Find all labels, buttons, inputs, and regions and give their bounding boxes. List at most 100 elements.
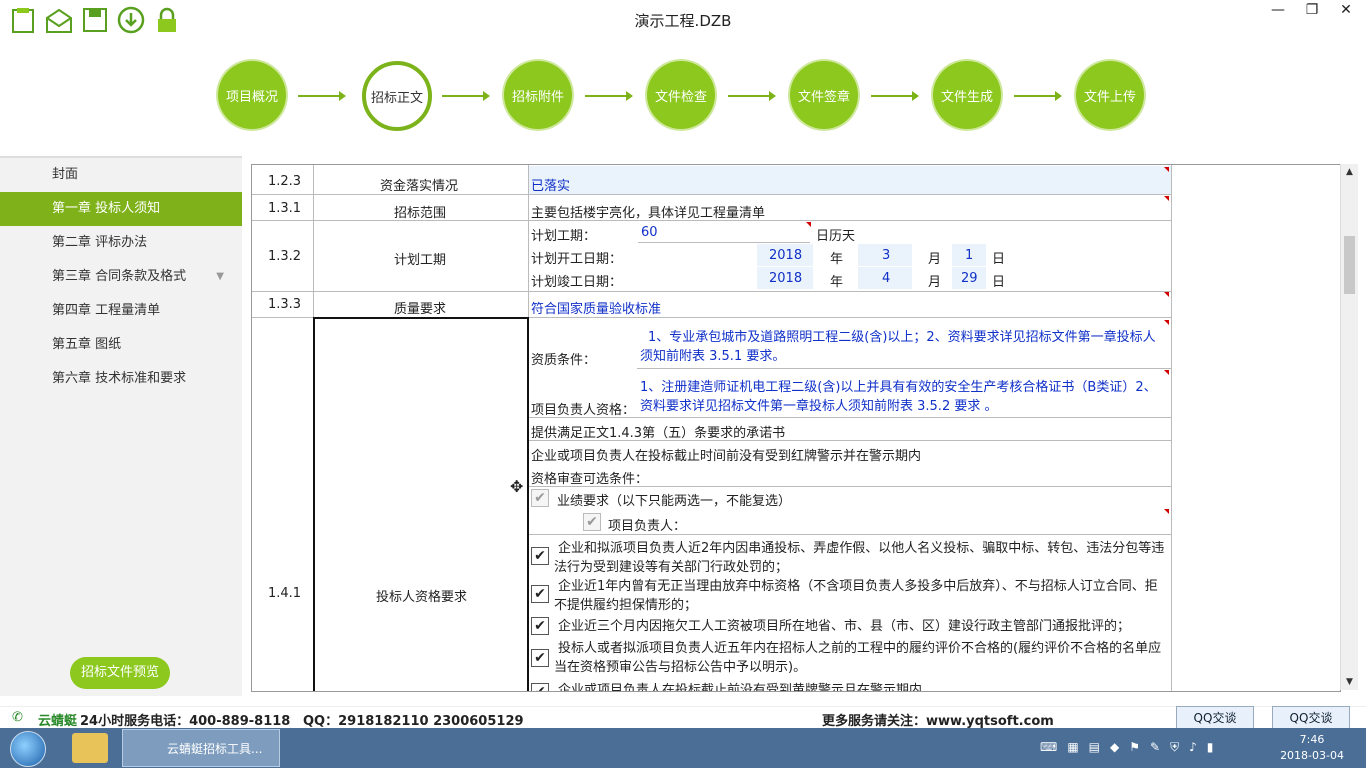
pm-performance-checkbox[interactable]: ✔ — [583, 513, 601, 531]
step-tender-body[interactable]: 招标正文 — [362, 61, 432, 131]
duration-label: 计划工期： — [531, 229, 597, 244]
restore-icon[interactable]: ❐ — [1302, 2, 1322, 18]
arrow-icon — [1014, 91, 1062, 101]
grid-line — [529, 440, 1172, 441]
comment-marker — [1164, 370, 1169, 375]
vertical-scrollbar[interactable]: ▲ ▼ — [1340, 164, 1358, 690]
window-title: 演示工程.DZB — [634, 12, 732, 30]
pm-performance-label: 项目负责人： — [608, 519, 687, 534]
tender-preview-button[interactable]: 招标文件预览 — [70, 657, 170, 689]
condition-checkbox[interactable]: ✔ — [531, 547, 549, 565]
step-file-generate[interactable]: 文件生成 — [933, 61, 1001, 129]
keyboard-icon[interactable]: ⌨ — [1040, 740, 1057, 755]
red-card-text: 企业或项目负责人在投标截止时间前没有受到红牌警示并在警示期内 — [531, 449, 922, 464]
arrow-icon — [871, 91, 919, 101]
step-file-check[interactable]: 文件检查 — [647, 61, 715, 129]
arrow-icon — [298, 91, 346, 101]
step-file-upload[interactable]: 文件上传 — [1076, 61, 1144, 129]
selected-cell[interactable] — [313, 317, 529, 691]
pm-qual-label: 项目负责人资格： — [531, 403, 636, 418]
qq-chat-button[interactable]: QQ交谈 — [1272, 706, 1350, 730]
explorer-icon[interactable] — [72, 733, 108, 763]
condition-text: 企业近1年内曾有无正当理由放弃中标资格（不含项目负责人多投多中后放弃）、不与招标… — [554, 579, 1158, 613]
year-char: 年 — [830, 275, 844, 290]
shield-icon[interactable]: ⛨ — [1170, 740, 1179, 755]
grid-line — [252, 194, 1172, 195]
start-date-label: 计划开工日期： — [531, 252, 623, 267]
tools-icon[interactable]: ✎ — [1150, 740, 1160, 755]
condition-checkbox[interactable]: ✔ — [531, 649, 549, 667]
network-app-icon[interactable]: ▦ — [1067, 740, 1078, 755]
arrow-icon — [442, 91, 490, 101]
sidebar-item-chapter6[interactable]: 第六章 技术标准和要求 — [0, 362, 242, 396]
condition-checkbox[interactable]: ✔ — [531, 585, 549, 603]
sidebar-item-chapter2[interactable]: 第二章 评标办法 — [0, 226, 242, 260]
comment-marker — [1164, 167, 1169, 172]
volume-icon[interactable]: ♪ — [1189, 740, 1197, 755]
performance-label: 业绩要求（以下只能两选一，不能复选） — [557, 494, 792, 509]
condition-checkbox[interactable]: ✔ — [531, 683, 549, 691]
grid-line — [529, 486, 1172, 487]
qq-chat-button[interactable]: QQ交谈 — [1176, 706, 1254, 730]
end-day: 29 — [961, 271, 978, 286]
step-file-sign[interactable]: 文件签章 — [790, 61, 858, 129]
row-title: 质量要求 — [394, 302, 447, 317]
end-month: 4 — [882, 271, 891, 286]
system-tray: ⌨ ▦ ▤ ◆ ⚑ ✎ ⛨ ♪ ▮ — [1040, 740, 1213, 755]
scrollbar-thumb[interactable] — [1344, 236, 1355, 294]
taskbar-app-button[interactable]: 云蜻蜓招标工具... — [122, 729, 280, 767]
end-date-label: 计划竣工日期： — [531, 275, 623, 290]
start-year: 2018 — [769, 248, 803, 263]
row-title: 资金落实情况 — [380, 179, 459, 194]
grid-line — [529, 534, 1172, 535]
month-char: 月 — [928, 252, 942, 267]
comment-marker — [1164, 196, 1169, 201]
move-cursor-icon: ✥ — [510, 477, 524, 496]
commitment-text: 提供满足正文1.4.3第（五）条要求的承诺书 — [531, 426, 786, 441]
clock-date: 2018-03-04 — [1280, 749, 1344, 762]
sidebar: 封面 第一章 投标人须知 第二章 评标办法 第三章 合同条款及格式 ▼ 第四章 工… — [0, 156, 242, 696]
duration-input[interactable]: 60 — [641, 225, 658, 240]
system-clock[interactable]: 7:46 2018-03-04 — [1280, 732, 1344, 764]
condition-text: 企业和拟派项目负责人近2年内因串通投标、弄虚作假、以他人名义投标、骗取中标、转包… — [554, 541, 1165, 575]
scroll-down-icon[interactable]: ▼ — [1341, 674, 1358, 690]
optional-label: 资格审查可选条件： — [531, 472, 649, 487]
step-tender-attachment[interactable]: 招标附件 — [504, 61, 572, 129]
start-button[interactable] — [10, 731, 46, 767]
chevron-down-icon[interactable]: ▼ — [216, 260, 224, 294]
website-text: 更多服务请关注：www.yqtsoft.com — [822, 714, 1054, 729]
qq-numbers: QQ：2918182110 2300605129 — [303, 714, 524, 729]
comment-marker — [1164, 509, 1169, 514]
end-year: 2018 — [769, 271, 803, 286]
row-number: 1.2.3 — [268, 174, 302, 189]
sidebar-item-label: 第三章 合同条款及格式 — [52, 269, 187, 284]
pm-qual-value[interactable]: 1、注册建造师证机电工程二级(含)以上并具有有效的安全生产考核合格证书（B类证）… — [640, 378, 1166, 416]
condition-text: 企业近三个月内因拖欠工人工资被项目所在地省、市、县（市、区）建设行政主管部门通报… — [558, 619, 1131, 634]
sidebar-item-chapter3[interactable]: 第三章 合同条款及格式 ▼ — [0, 260, 242, 294]
sidebar-item-chapter4[interactable]: 第四章 工程量清单 — [0, 294, 242, 328]
day-char: 日 — [992, 275, 1006, 290]
qualification-label: 资质条件： — [531, 353, 597, 368]
qualification-value[interactable]: 1、专业承包城市及道路照明工程二级(含)以上；2、资料要求详见招标文件第一章投标… — [640, 328, 1166, 366]
comment-marker — [1164, 292, 1169, 297]
sidebar-item-chapter5[interactable]: 第五章 图纸 — [0, 328, 242, 362]
sidebar-item-chapter1[interactable]: 第一章 投标人须知 — [0, 192, 242, 226]
condition-checkbox[interactable]: ✔ — [531, 617, 549, 635]
scroll-up-icon[interactable]: ▲ — [1341, 164, 1358, 180]
performance-checkbox[interactable]: ✔ — [531, 489, 549, 507]
row-number: 1.4.1 — [268, 586, 302, 601]
quality-value[interactable]: 符合国家质量验收标准 — [531, 298, 661, 317]
clipboard-icon[interactable]: ▤ — [1089, 740, 1100, 755]
start-day: 1 — [965, 248, 974, 263]
grid-line — [637, 368, 1172, 369]
signal-icon[interactable]: ▮ — [1207, 740, 1214, 755]
minimize-icon[interactable]: — — [1268, 2, 1288, 18]
clock-time: 7:46 — [1299, 733, 1325, 746]
flag-icon[interactable]: ⚑ — [1129, 740, 1140, 755]
step-project-overview[interactable]: 项目概况 — [218, 61, 286, 129]
funding-field[interactable] — [529, 166, 1171, 194]
antivirus-icon[interactable]: ◆ — [1110, 740, 1119, 755]
scope-value[interactable]: 主要包括楼宇亮化，具体详见工程量清单 — [531, 202, 765, 221]
sidebar-item-cover[interactable]: 封面 — [0, 158, 242, 192]
close-icon[interactable]: ✕ — [1336, 2, 1356, 18]
